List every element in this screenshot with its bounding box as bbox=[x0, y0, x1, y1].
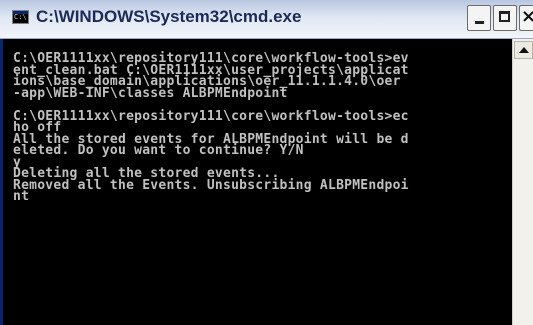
scroll-up-arrow-icon[interactable] bbox=[514, 41, 533, 59]
console-line: -app\WEB-INF\classes ALBPMEndpoint bbox=[13, 85, 288, 101]
console-line: Removed all the Events. Unsubscribing AL… bbox=[13, 177, 409, 193]
icon-glyph: C:\ bbox=[14, 13, 27, 21]
console-line: eleted. Do you want to continue? Y/N bbox=[13, 143, 304, 158]
title-bar[interactable]: C:\ C:\WINDOWS\System32\cmd.exe × bbox=[0, 0, 533, 39]
close-icon: × bbox=[521, 6, 533, 27]
console-line: C:\OER1111xx\repository111\core\workflow… bbox=[13, 108, 409, 124]
minimize-button[interactable] bbox=[467, 5, 491, 31]
icon-title-strip bbox=[13, 11, 28, 14]
vertical-scrollbar[interactable] bbox=[512, 39, 533, 325]
cmd-window: C:\ C:\WINDOWS\System32\cmd.exe × C:\OER… bbox=[0, 0, 533, 325]
close-button[interactable]: × bbox=[519, 5, 533, 31]
window-controls: × bbox=[465, 5, 533, 31]
console-output[interactable]: C:\OER1111xx\repository111\core\workflow… bbox=[0, 39, 512, 325]
maximize-button[interactable] bbox=[493, 5, 517, 31]
console-line: nt bbox=[13, 189, 30, 204]
window-title: C:\WINDOWS\System32\cmd.exe bbox=[36, 7, 302, 26]
console-window-icon[interactable]: C:\ bbox=[12, 10, 29, 24]
